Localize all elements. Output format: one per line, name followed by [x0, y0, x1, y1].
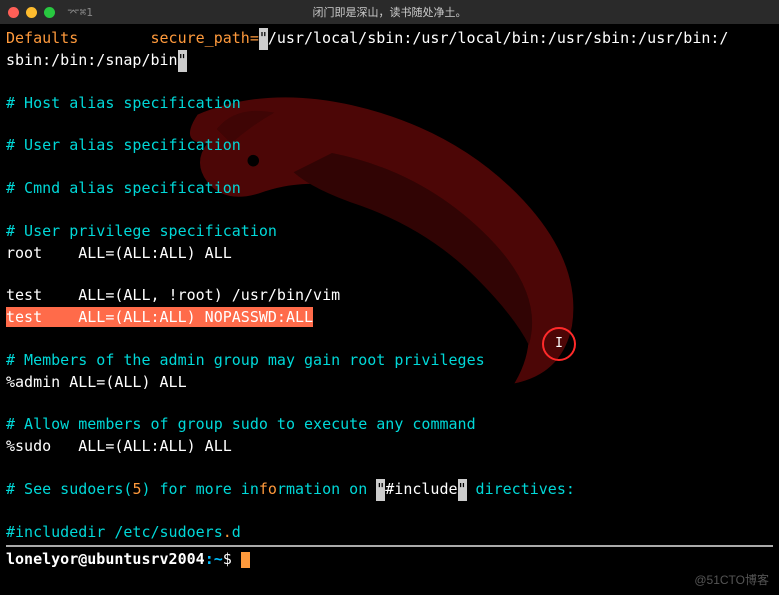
watermark: @51CTO博客 — [694, 572, 769, 589]
comment-line: # User privilege specification — [6, 221, 773, 243]
sudoers-line: sbin:/bin:/snap/bin" — [6, 50, 773, 72]
sudoers-line: root ALL=(ALL:ALL) ALL — [6, 243, 773, 265]
sudoers-line: %admin ALL=(ALL) ALL — [6, 372, 773, 394]
comment-line: #includedir /etc/sudoers.d — [6, 522, 773, 544]
sudoers-line: %sudo ALL=(ALL:ALL) ALL — [6, 436, 773, 458]
comment-line: # Members of the admin group may gain ro… — [6, 350, 773, 372]
titlebar: ⌤⌘1 闭门即是深山，读书随处净土。 — [0, 0, 779, 24]
blank-line — [6, 458, 773, 479]
blank-line — [6, 329, 773, 350]
shell-prompt[interactable]: lonelyor@ubuntusrv2004:~$ — [6, 547, 773, 571]
minimize-icon[interactable] — [26, 7, 37, 18]
traffic-lights — [8, 7, 55, 18]
maximize-icon[interactable] — [44, 7, 55, 18]
comment-line: # Allow members of group sudo to execute… — [6, 414, 773, 436]
blank-line — [6, 501, 773, 522]
prompt-host: ubuntusrv2004 — [87, 550, 204, 568]
comment-line: # User alias specification — [6, 135, 773, 157]
comment-line: # Host alias specification — [6, 93, 773, 115]
blank-line — [6, 200, 773, 221]
prompt-user: lonelyor — [6, 550, 78, 568]
highlighted-line: test ALL=(ALL:ALL) NOPASSWD:ALL — [6, 307, 773, 329]
comment-line: # See sudoers(5) for more information on… — [6, 479, 773, 501]
blank-line — [6, 72, 773, 93]
sudoers-line: test ALL=(ALL, !root) /usr/bin/vim — [6, 285, 773, 307]
blank-line — [6, 393, 773, 414]
close-icon[interactable] — [8, 7, 19, 18]
tab-indicator: ⌤⌘1 — [67, 6, 93, 19]
blank-line — [6, 264, 773, 285]
window-title: 闭门即是深山，读书随处净土。 — [313, 4, 467, 20]
comment-line: # Cmnd alias specification — [6, 178, 773, 200]
blank-line — [6, 157, 773, 178]
terminal-content: Defaults secure_path="/usr/local/sbin:/u… — [6, 28, 773, 571]
terminal[interactable]: I Defaults secure_path="/usr/local/sbin:… — [0, 24, 779, 595]
sudoers-line: Defaults secure_path="/usr/local/sbin:/u… — [6, 28, 773, 50]
cursor-icon — [241, 552, 250, 568]
blank-line — [6, 114, 773, 135]
prompt-path: ~ — [214, 550, 223, 568]
